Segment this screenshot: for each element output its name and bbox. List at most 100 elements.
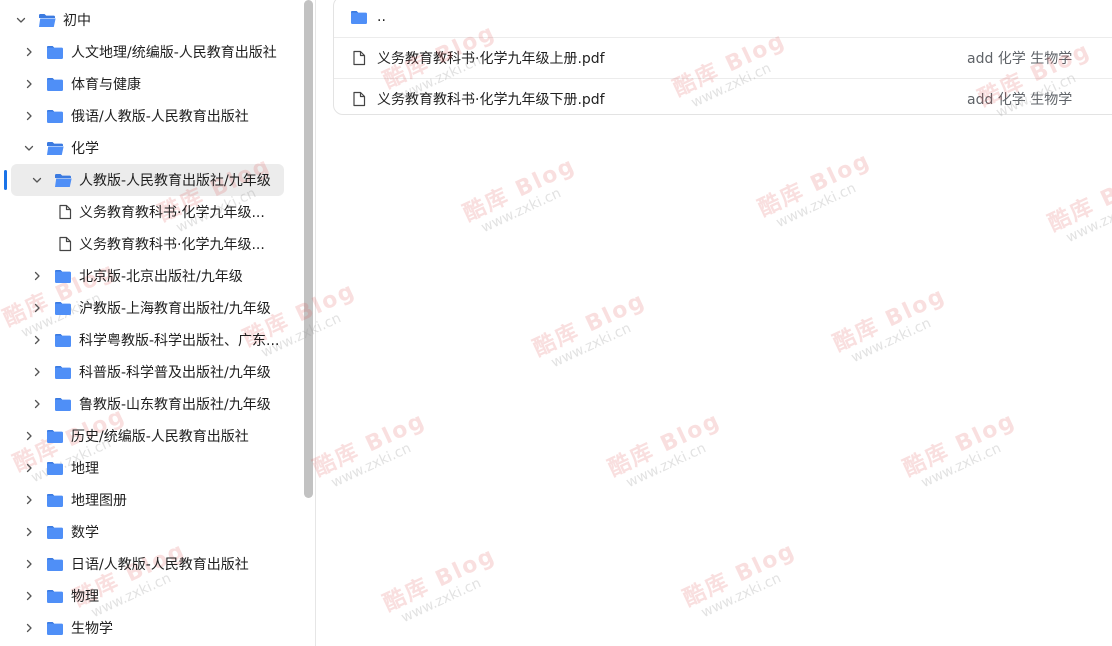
watermark-brand: 酷库 Blog	[459, 153, 580, 227]
watermark-brand: 酷库 Blog	[899, 408, 1020, 482]
parent-folder-label: ..	[377, 9, 386, 25]
watermark: 酷库 Blogwww.zxki.cn	[754, 148, 881, 236]
tree-folder-item[interactable]: 地理图册	[0, 484, 300, 516]
chevron-right-icon[interactable]	[22, 429, 36, 443]
tree-file-item[interactable]: 义务教育教科书·化学九年级...	[0, 196, 300, 228]
tree-folder-item[interactable]: 数学	[0, 516, 300, 548]
folder-icon	[46, 620, 64, 636]
folder-icon	[54, 268, 72, 284]
file-name: 义务教育教科书·化学九年级上册.pdf	[377, 50, 605, 67]
sidebar-scrollbar[interactable]	[304, 0, 313, 498]
folder-icon	[46, 556, 64, 572]
file-row[interactable]: 义务教育教科书·化学九年级下册.pdf add 化学 生物学	[334, 78, 1112, 118]
file-tags: add 化学 生物学	[967, 91, 1073, 108]
file-name: 义务教育教科书·化学九年级下册.pdf	[377, 91, 605, 108]
folder-icon	[46, 428, 64, 444]
watermark-url: www.zxki.cn	[698, 570, 784, 622]
watermark-brand: 酷库 Blog	[829, 283, 950, 357]
watermark: 酷库 Blogwww.zxki.cn	[530, 288, 656, 376]
tree-folder-item[interactable]: 科学粤教版-科学出版社、广东...	[0, 324, 300, 356]
tree-folder-item[interactable]: 鲁教版-山东教育出版社/九年级	[0, 388, 300, 420]
watermark-brand: 酷库 Blog	[379, 543, 500, 617]
tree-item-label: 生物学	[71, 621, 113, 637]
file-icon	[352, 91, 366, 107]
tree-folder-item[interactable]: 人教版-人民教育出版社/九年级	[0, 164, 300, 196]
active-indicator	[4, 170, 7, 190]
chevron-right-icon[interactable]	[30, 397, 44, 411]
tree-item-label: 义务教育教科书·化学九年级...	[79, 237, 265, 253]
watermark: 酷库 Blogwww.zxki.cn	[459, 153, 586, 241]
tree-folder-item[interactable]: 化学	[0, 132, 300, 164]
watermark-url: www.zxki.cn	[918, 440, 1004, 492]
folder-icon	[46, 524, 64, 540]
watermark: 酷库 Blogwww.zxki.cn	[379, 543, 506, 631]
watermark-brand: 酷库 Blog	[754, 148, 875, 222]
file-list-panel: .. 义务教育教科书·化学九年级上册.pdf add 化学 生物学 义务教育教科…	[333, 0, 1112, 115]
chevron-right-icon[interactable]	[22, 45, 36, 59]
folder-icon	[46, 44, 64, 60]
chevron-right-icon[interactable]	[30, 269, 44, 283]
chevron-down-icon[interactable]	[14, 13, 28, 27]
folder-icon	[350, 9, 368, 25]
tree-folder-item[interactable]: 沪教版-上海教育出版社/九年级	[0, 292, 300, 324]
tree-folder-item[interactable]: 物理	[0, 580, 300, 612]
tree-folder-item[interactable]: 人文地理/统编版-人民教育出版社	[0, 36, 300, 68]
chevron-down-icon[interactable]	[22, 141, 36, 155]
file-icon	[58, 204, 72, 220]
watermark-url: www.zxki.cn	[328, 440, 414, 492]
tree-item-label: 历史/统编版-人民教育出版社	[71, 429, 249, 445]
tree-item-label: 化学	[71, 141, 99, 157]
tree-folder-item[interactable]: 生物学	[0, 612, 300, 644]
chevron-right-icon[interactable]	[30, 333, 44, 347]
watermark: 酷库 Blogwww.zxki.cn	[309, 408, 436, 496]
tree-folder-item[interactable]: 俄语/人教版-人民教育出版社	[0, 100, 300, 132]
chevron-right-icon[interactable]	[22, 77, 36, 91]
sidebar-tree-panel: 初中 人文地理/统编版-人民教育出版社体育与健康俄语/人教版-人民教育出版社 化学人…	[0, 0, 316, 646]
folder-open-icon	[46, 140, 64, 156]
tree-folder-item[interactable]: 日语/人教版-人民教育出版社	[0, 548, 300, 580]
tree-item-label: 体育与健康	[71, 77, 141, 93]
watermark-brand: 酷库 Blog	[679, 538, 800, 612]
tree-item-label: 日语/人教版-人民教育出版社	[71, 557, 249, 573]
folder-icon	[46, 76, 64, 92]
folder-icon	[54, 364, 72, 380]
tree-file-item[interactable]: 义务教育教科书·化学九年级...	[0, 228, 300, 260]
watermark-url: www.zxki.cn	[548, 320, 634, 372]
tree-folder-item[interactable]: 北京版-北京出版社/九年级	[0, 260, 300, 292]
chevron-right-icon[interactable]	[30, 301, 44, 315]
chevron-right-icon[interactable]	[22, 461, 36, 475]
folder-icon	[46, 492, 64, 508]
watermark-url: www.zxki.cn	[1063, 195, 1112, 247]
tree-item-label: 数学	[71, 525, 99, 541]
chevron-right-icon[interactable]	[30, 365, 44, 379]
chevron-right-icon[interactable]	[22, 109, 36, 123]
folder-icon	[46, 108, 64, 124]
folder-open-icon	[38, 12, 56, 28]
tree-folder-item[interactable]: 体育与健康	[0, 68, 300, 100]
tree-item-label: 俄语/人教版-人民教育出版社	[71, 109, 249, 125]
tree-folder-item[interactable]: 地理	[0, 452, 300, 484]
tree-folder-item[interactable]: 初中	[0, 4, 300, 36]
watermark-brand: 酷库 Blog	[604, 408, 725, 482]
chevron-right-icon[interactable]	[22, 525, 36, 539]
folder-icon	[46, 588, 64, 604]
watermark-brand: 酷库 Blog	[1044, 163, 1112, 237]
file-row[interactable]: 义务教育教科书·化学九年级上册.pdf add 化学 生物学	[334, 37, 1112, 77]
tree-item-label: 北京版-北京出版社/九年级	[79, 269, 243, 285]
tree-item-label: 物理	[71, 589, 99, 605]
tree-folder-item[interactable]: 历史/统编版-人民教育出版社	[0, 420, 300, 452]
chevron-right-icon[interactable]	[22, 493, 36, 507]
watermark-brand: 酷库 Blog	[309, 408, 430, 482]
folder-open-icon	[54, 172, 72, 188]
chevron-right-icon[interactable]	[22, 589, 36, 603]
tree-item-label: 人教版-人民教育出版社/九年级	[79, 173, 271, 189]
watermark-url: www.zxki.cn	[398, 575, 484, 627]
tree-folder-item[interactable]: 科普版-科学普及出版社/九年级	[0, 356, 300, 388]
tree-item-label: 沪教版-上海教育出版社/九年级	[79, 301, 271, 317]
watermark-url: www.zxki.cn	[478, 185, 564, 237]
parent-folder-row[interactable]: ..	[334, 0, 1112, 37]
chevron-down-icon[interactable]	[30, 173, 44, 187]
chevron-right-icon[interactable]	[22, 621, 36, 635]
chevron-right-icon[interactable]	[22, 557, 36, 571]
